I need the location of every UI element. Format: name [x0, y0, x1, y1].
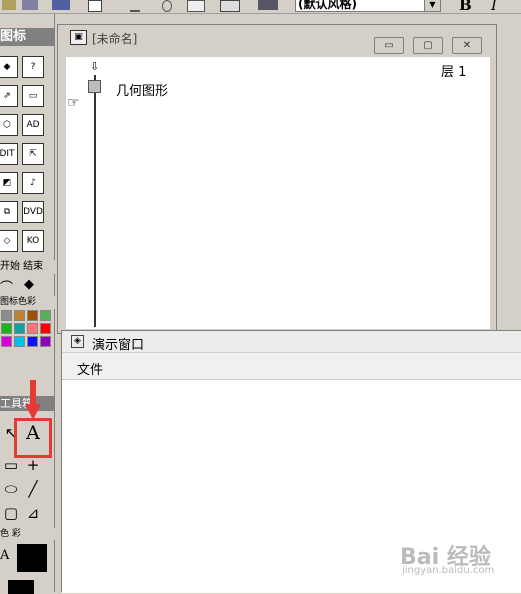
palette-icon-button[interactable]: ◇: [0, 230, 18, 252]
palette-icon-button[interactable]: ◩: [0, 172, 18, 194]
bold-button[interactable]: B: [459, 0, 472, 13]
color-section-header: 色 彩: [0, 528, 55, 540]
rounded-rect-tool[interactable]: ▢: [0, 502, 22, 524]
color-swatch[interactable]: [14, 323, 25, 334]
color-swatch[interactable]: [40, 336, 51, 347]
copy-icon[interactable]: [187, 0, 205, 12]
chevron-down-icon[interactable]: ▼: [424, 0, 441, 12]
maximize-button[interactable]: ▢: [413, 37, 443, 54]
red-arrow-icon: [25, 380, 41, 420]
find-icon[interactable]: [258, 0, 278, 10]
fill-color-swatch[interactable]: [17, 544, 47, 572]
line-tool[interactable]: ╱: [22, 478, 44, 500]
color-swatch[interactable]: [27, 323, 38, 334]
color-swatch[interactable]: [14, 336, 25, 347]
presentation-menubar: 文件: [62, 353, 521, 380]
color-swatch[interactable]: [14, 310, 25, 321]
palette-icon-button[interactable]: AD: [22, 114, 44, 136]
icons-header: 图标: [0, 28, 55, 46]
text-style-value: (默认风格): [298, 0, 357, 11]
palette-icon-button[interactable]: DVD: [22, 201, 44, 223]
palette-icon-button[interactable]: ◆: [0, 56, 18, 78]
presentation-window: ◈ 演示窗口 文件 Bai 经验 jingyan.baidu.com: [61, 330, 521, 593]
palette-icon-button[interactable]: ?: [22, 56, 44, 78]
flag-header: 开始 结束: [0, 260, 55, 274]
palette-icon-button[interactable]: ⬡: [0, 114, 18, 136]
icon-palette: 图标 ◆? ⇗ ▭ ⬡ AD DIT ⇱ ◩ ♪ ⧉ DVD ◇ KO 开始 结束 ⌒ ◆ 图标色彩 工…: [0, 14, 55, 594]
cut-icon[interactable]: [162, 0, 172, 12]
pointing-hand-icon: ☞: [67, 95, 80, 111]
palette-icon-button[interactable]: ♪: [22, 172, 44, 194]
file-menu[interactable]: 文件: [77, 359, 103, 378]
color-swatch[interactable]: [1, 310, 12, 321]
italic-button[interactable]: I: [491, 0, 497, 13]
palette-icon-button[interactable]: ⇗: [0, 85, 18, 107]
undo-icon[interactable]: [130, 0, 140, 12]
palette-icon-button[interactable]: ▭: [22, 85, 44, 107]
authoring-window: ▣ [未命名] ▭ ▢ ✕ ⇩ 几何图形 ☞ 层 1: [57, 24, 497, 334]
layer-label: 层 1: [441, 65, 467, 80]
close-button[interactable]: ✕: [452, 37, 482, 54]
palette-icon-button[interactable]: KO: [22, 230, 44, 252]
flowline: [94, 75, 96, 327]
link-icon[interactable]: [52, 0, 70, 10]
text-tool-highlight: [14, 418, 52, 458]
flowline-item-label[interactable]: 几何图形: [116, 80, 168, 99]
main-toolbar: (默认风格) ▼ B I: [0, 0, 521, 14]
paste-icon[interactable]: [220, 0, 240, 12]
authoring-title: [未命名]: [92, 32, 138, 46]
palette-icon-button[interactable]: DIT: [0, 143, 18, 165]
document-icon[interactable]: [88, 0, 102, 12]
color-swatch[interactable]: [40, 310, 51, 321]
color-swatch[interactable]: [27, 336, 38, 347]
flowline-window-icon: ▣: [70, 30, 87, 45]
watermark-url: jingyan.baidu.com: [402, 565, 495, 576]
presentation-window-icon: ◈: [71, 335, 84, 348]
color-swatch[interactable]: [40, 323, 51, 334]
flowline-canvas[interactable]: ⇩ 几何图形 ☞ 层 1: [66, 57, 490, 329]
display-icon[interactable]: [88, 80, 101, 93]
presentation-titlebar[interactable]: ◈ 演示窗口: [62, 331, 521, 353]
pen-color-icon[interactable]: A: [0, 548, 9, 563]
text-style-dropdown[interactable]: (默认风格): [295, 0, 441, 12]
icon-color-header: 图标色彩: [0, 296, 55, 309]
folder-icon[interactable]: [2, 0, 16, 10]
ellipse-tool[interactable]: ⬭: [0, 478, 22, 500]
polygon-tool[interactable]: ⊿: [22, 502, 44, 524]
color-swatch[interactable]: [27, 310, 38, 321]
palette-icon-button[interactable]: ⇱: [22, 143, 44, 165]
color-swatch[interactable]: [1, 323, 12, 334]
presentation-title: 演示窗口: [92, 338, 145, 353]
palette-icon-button[interactable]: ⧉: [0, 201, 18, 223]
end-flag-icon[interactable]: ◆: [24, 277, 34, 292]
minimize-button[interactable]: ▭: [374, 37, 404, 54]
authoring-titlebar[interactable]: ▣ [未命名] ▭ ▢ ✕: [58, 25, 496, 54]
color-swatch[interactable]: [1, 336, 12, 347]
start-flag-icon[interactable]: ⌒: [0, 277, 13, 296]
flowline-start-icon: ⇩: [90, 60, 100, 73]
open-icon[interactable]: [22, 0, 38, 10]
